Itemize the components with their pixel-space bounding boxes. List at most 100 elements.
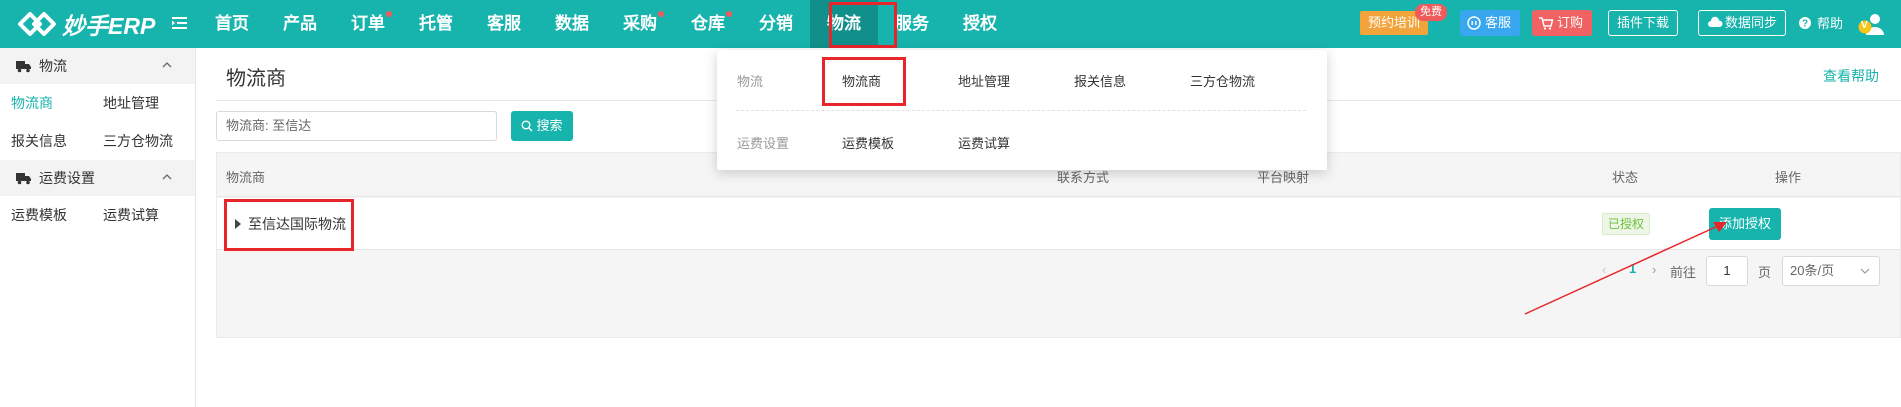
notification-dot [658,11,664,17]
nav-label: 首页 [215,14,249,33]
dropdown-item-freight-template[interactable]: 运费模板 [842,133,894,152]
logo-text: 妙手ERP [62,13,156,39]
search-button-label: 搜索 [536,118,563,133]
sidebar-item-customs-info[interactable]: 报关信息 [0,131,92,151]
nav-label: 采购 [623,14,657,33]
dropdown-item-address-management[interactable]: 地址管理 [958,71,1010,90]
nav-item-orders[interactable]: 订单 [334,0,402,48]
main-nav: 首页 产品 订单 托管 客服 数据 采购 仓库 分销 物流 服务 授权 [198,0,1014,48]
nav-label: 托管 [419,14,453,33]
chevron-down-icon [1860,268,1870,274]
cloud-icon [1708,16,1723,27]
nav-item-services[interactable]: 服务 [878,0,946,48]
sidebar-item-freight-template[interactable]: 运费模板 [0,205,92,225]
nav-item-hosting[interactable]: 托管 [402,0,470,48]
data-sync-button[interactable]: 数据同步 [1698,10,1787,36]
search-button[interactable]: 搜索 [511,111,573,141]
dropdown-item-third-party-warehouse[interactable]: 三方仓物流 [1190,71,1255,90]
page-size-select[interactable]: 20条/页 [1782,256,1880,286]
sidebar-group-label: 物流 [39,58,67,74]
data-sync-label: 数据同步 [1725,15,1778,30]
search-input[interactable]: 物流商: 至信达 [216,111,497,141]
pagination: ‹ 1 › 前往 1 页 20条/页 [217,250,1900,294]
sidebar-item-address-management[interactable]: 地址管理 [92,93,184,113]
nav-label: 授权 [963,14,997,33]
dropdown-divider [736,110,1306,111]
free-badge: 免费 [1415,4,1447,21]
sidebar-group-label: 运费设置 [39,170,95,186]
cart-icon [1539,17,1554,30]
goto-page-input[interactable]: 1 [1706,256,1748,286]
status-badge: 已授权 [1602,213,1651,235]
sidebar-row: 报关信息 三方仓物流 [0,122,195,160]
svg-text:?: ? [1802,18,1808,29]
nav-label: 物流 [827,14,861,33]
customer-service-button[interactable]: 客服 [1460,10,1521,36]
next-page-icon[interactable]: › [1652,262,1656,277]
nav-item-customer-service[interactable]: 客服 [470,0,538,48]
page-title: 物流商 [226,68,286,90]
sidebar-item-logistics-provider[interactable]: 物流商 [0,93,92,113]
nav-label: 数据 [555,14,589,33]
add-authorization-button[interactable]: 添加授权 [1709,208,1781,240]
search-icon [521,120,533,132]
chevron-up-icon [162,174,172,180]
sidebar-group-logistics[interactable]: 物流 [0,48,195,84]
notification-dot [386,11,392,17]
sidebar-item-freight-calculator[interactable]: 运费试算 [92,205,184,225]
column-header-status: 状态 [1612,170,1639,185]
top-navbar: 妙手ERP 首页 产品 订单 托管 客服 数据 采购 仓库 分销 物流 服务 授… [0,0,1901,48]
dropdown-group-label: 物流 [737,74,764,89]
logistics-dropdown-menu: 物流 物流商 地址管理 报关信息 三方仓物流 运费设置 运费模板 运费试算 [717,50,1327,170]
menu-toggle-icon[interactable] [172,14,188,32]
nav-label: 客服 [487,14,521,33]
nav-label: 服务 [895,14,929,33]
chevron-up-icon [162,62,172,68]
order-button[interactable]: 订购 [1532,10,1593,36]
nav-item-authorization[interactable]: 授权 [946,0,1014,48]
column-header-actions: 操作 [1775,170,1802,185]
avatar[interactable]: V [1857,11,1885,37]
view-help-link[interactable]: 查看帮助 [1823,66,1879,86]
logistics-table: 物流商 联系方式 平台映射 状态 操作 至信达国际物流 已授权 添加授权 ‹ 1… [216,152,1901,338]
nav-item-products[interactable]: 产品 [266,0,334,48]
dropdown-item-customs-info[interactable]: 报关信息 [1074,71,1126,90]
nav-label: 分销 [759,14,793,33]
logo-icon [18,12,56,36]
plugin-download-button[interactable]: 插件下载 [1608,10,1679,36]
question-icon: ? [1799,16,1811,29]
dropdown-item-logistics-provider[interactable]: 物流商 [842,71,881,90]
row-expand-toggle[interactable]: 至信达国际物流 [233,214,346,234]
plugin-download-label: 插件下载 [1617,15,1670,30]
sidebar-item-third-party-warehouse[interactable]: 三方仓物流 [92,131,184,151]
nav-item-purchase[interactable]: 采购 [606,0,674,48]
avatar-letter: V [1861,20,1868,31]
nav-item-data[interactable]: 数据 [538,0,606,48]
logo[interactable]: 妙手ERP [14,8,155,40]
sidebar: 物流 物流商 地址管理 报关信息 三方仓物流 运费设置 运费模板 运费试算 [0,48,196,407]
sidebar-row: 物流商 地址管理 [0,84,195,122]
customer-service-label: 客服 [1485,15,1512,30]
column-header-name: 物流商 [226,170,266,185]
nav-item-home[interactable]: 首页 [198,0,266,48]
nav-label: 订单 [351,14,385,33]
page-number[interactable]: 1 [1629,261,1636,276]
order-label: 订购 [1557,15,1584,30]
help-label: 帮助 [1817,16,1844,31]
goto-label: 前往 [1670,265,1697,280]
dropdown-item-freight-calculator[interactable]: 运费试算 [958,133,1010,152]
truck-icon [16,173,31,185]
page-size-value: 20条/页 [1790,263,1835,278]
prev-page-icon[interactable]: ‹ [1602,262,1606,277]
nav-label: 产品 [283,14,317,33]
caret-right-icon [235,219,241,229]
page-unit-label: 页 [1758,265,1772,280]
sidebar-row: 运费模板 运费试算 [0,196,195,234]
nav-item-distribution[interactable]: 分销 [742,0,810,48]
dropdown-group-label: 运费设置 [737,136,790,151]
help-link[interactable]: ? 帮助 [1798,13,1843,32]
nav-item-warehouse[interactable]: 仓库 [674,0,742,48]
nav-item-logistics[interactable]: 物流 [810,0,878,48]
notification-dot [726,11,732,17]
sidebar-group-freight-settings[interactable]: 运费设置 [0,160,195,196]
